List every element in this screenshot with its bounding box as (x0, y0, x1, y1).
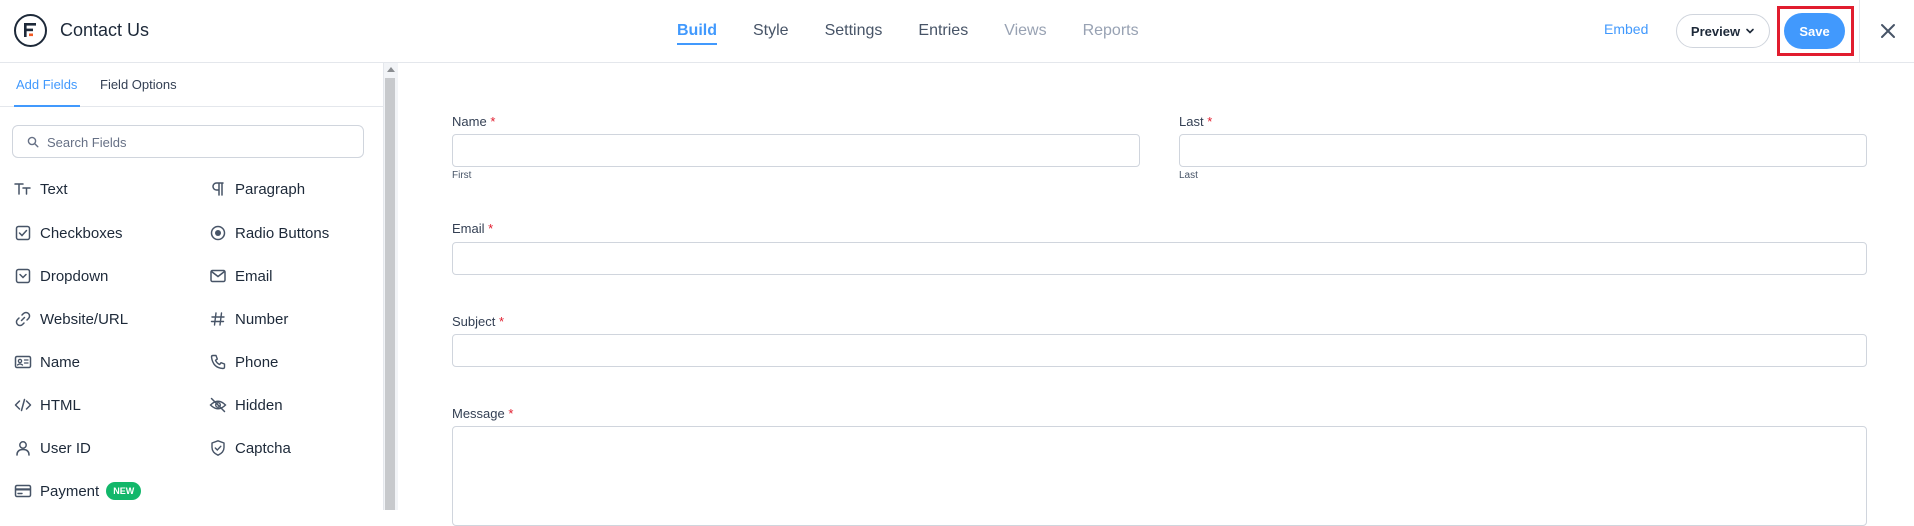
field-label: Captcha (235, 439, 291, 457)
required-mark: * (1207, 114, 1213, 129)
last-field-label: Last * (1179, 114, 1213, 129)
message-field-label: Message * (452, 406, 514, 421)
tab-views[interactable]: Views (1004, 0, 1046, 62)
link-icon (14, 310, 32, 328)
last-name-input[interactable] (1179, 134, 1867, 167)
last-name-sublabel: Last (1179, 170, 1198, 181)
required-mark: * (499, 314, 505, 329)
shield-check-icon (209, 439, 227, 457)
first-name-input[interactable] (452, 134, 1140, 167)
checkbox-icon (14, 224, 32, 242)
tab-style[interactable]: Style (753, 0, 789, 62)
field-label: Checkboxes (40, 224, 123, 242)
active-tab-indicator (14, 105, 80, 107)
tab-entries[interactable]: Entries (918, 0, 968, 62)
code-icon (14, 396, 32, 414)
field-label: Number (235, 310, 289, 328)
search-fields-input[interactable] (47, 132, 347, 152)
envelope-icon (209, 267, 227, 285)
field-label: Radio Buttons (235, 224, 330, 242)
field-payment[interactable]: Payment NEW (14, 478, 142, 504)
tab-settings[interactable]: Settings (825, 0, 883, 62)
first-name-sublabel: First (452, 170, 472, 181)
field-label: Text (40, 180, 68, 198)
field-dropdown[interactable]: Dropdown (14, 263, 108, 289)
subject-field-label: Subject * (452, 314, 505, 329)
field-website-url[interactable]: Website/URL (14, 306, 128, 332)
text-type-icon (14, 180, 32, 198)
field-label: Website/URL (40, 310, 129, 328)
required-mark: * (490, 114, 496, 129)
required-mark: * (508, 406, 514, 421)
message-textarea[interactable] (452, 426, 1867, 526)
phone-icon (209, 353, 227, 371)
field-email[interactable]: Email (209, 263, 273, 289)
hash-icon (209, 310, 227, 328)
sidebar-tabs: Add Fields Field Options (0, 63, 384, 107)
chevron-down-icon (1746, 28, 1754, 34)
top-bar: Contact Us Build Style Settings Entries … (0, 0, 1914, 63)
field-label: Paragraph (235, 180, 306, 198)
field-label: HTML (40, 396, 81, 414)
field-paragraph[interactable]: Paragraph (209, 176, 305, 202)
field-checkboxes[interactable]: Checkboxes (14, 220, 123, 246)
pilcrow-icon (209, 180, 227, 198)
email-field-label: Email * (452, 221, 494, 236)
field-html[interactable]: HTML (14, 392, 81, 418)
search-box (12, 125, 364, 158)
field-user-id[interactable]: User ID (14, 435, 91, 461)
embed-link[interactable]: Embed (1604, 21, 1648, 37)
field-label: Name (40, 353, 81, 371)
preview-button[interactable]: Preview (1676, 14, 1770, 48)
field-radio-buttons[interactable]: Radio Buttons (209, 220, 329, 246)
dropdown-icon (14, 267, 32, 285)
field-number[interactable]: Number (209, 306, 288, 332)
tab-build[interactable]: Build (677, 0, 717, 62)
new-badge: NEW (106, 482, 142, 500)
name-field-label: Name * (452, 114, 496, 129)
formidable-logo-icon[interactable] (14, 14, 47, 47)
email-input[interactable] (452, 242, 1867, 275)
sidebar-scrollbar-thumb[interactable] (385, 78, 395, 510)
field-label: Email (235, 267, 273, 285)
user-icon (14, 439, 32, 457)
field-hidden[interactable]: Hidden (209, 392, 283, 418)
required-mark: * (488, 221, 494, 236)
preview-button-label: Preview (1690, 23, 1741, 39)
subject-input[interactable] (452, 334, 1867, 367)
field-text[interactable]: Text (14, 176, 68, 202)
field-name[interactable]: Name (14, 349, 80, 375)
field-label: Dropdown (40, 267, 109, 285)
field-phone[interactable]: Phone (209, 349, 278, 375)
save-button[interactable]: Save (1784, 13, 1845, 49)
field-label: Payment (40, 482, 100, 500)
radio-icon (209, 224, 227, 242)
credit-card-icon (14, 482, 32, 500)
search-icon (27, 136, 39, 148)
field-captcha[interactable]: Captcha (209, 435, 291, 461)
close-icon[interactable] (1877, 20, 1899, 42)
toolbar-divider (1859, 0, 1860, 62)
id-card-icon (14, 353, 32, 371)
field-label: User ID (40, 439, 91, 457)
fields-sidebar: Add Fields Field Options Text Paragraph … (0, 63, 384, 510)
form-title: Contact Us (60, 20, 150, 40)
tab-field-options[interactable]: Field Options (100, 77, 177, 92)
field-label: Hidden (235, 396, 283, 414)
scroll-up-icon[interactable] (387, 67, 395, 72)
tab-reports[interactable]: Reports (1083, 0, 1139, 62)
tab-add-fields[interactable]: Add Fields (16, 77, 77, 92)
field-label: Phone (235, 353, 279, 371)
main-nav: Build Style Settings Entries Views Repor… (677, 0, 1175, 62)
form-canvas: Name * First Last * Last Email * Subject… (398, 63, 1914, 526)
eye-off-icon (209, 396, 227, 414)
